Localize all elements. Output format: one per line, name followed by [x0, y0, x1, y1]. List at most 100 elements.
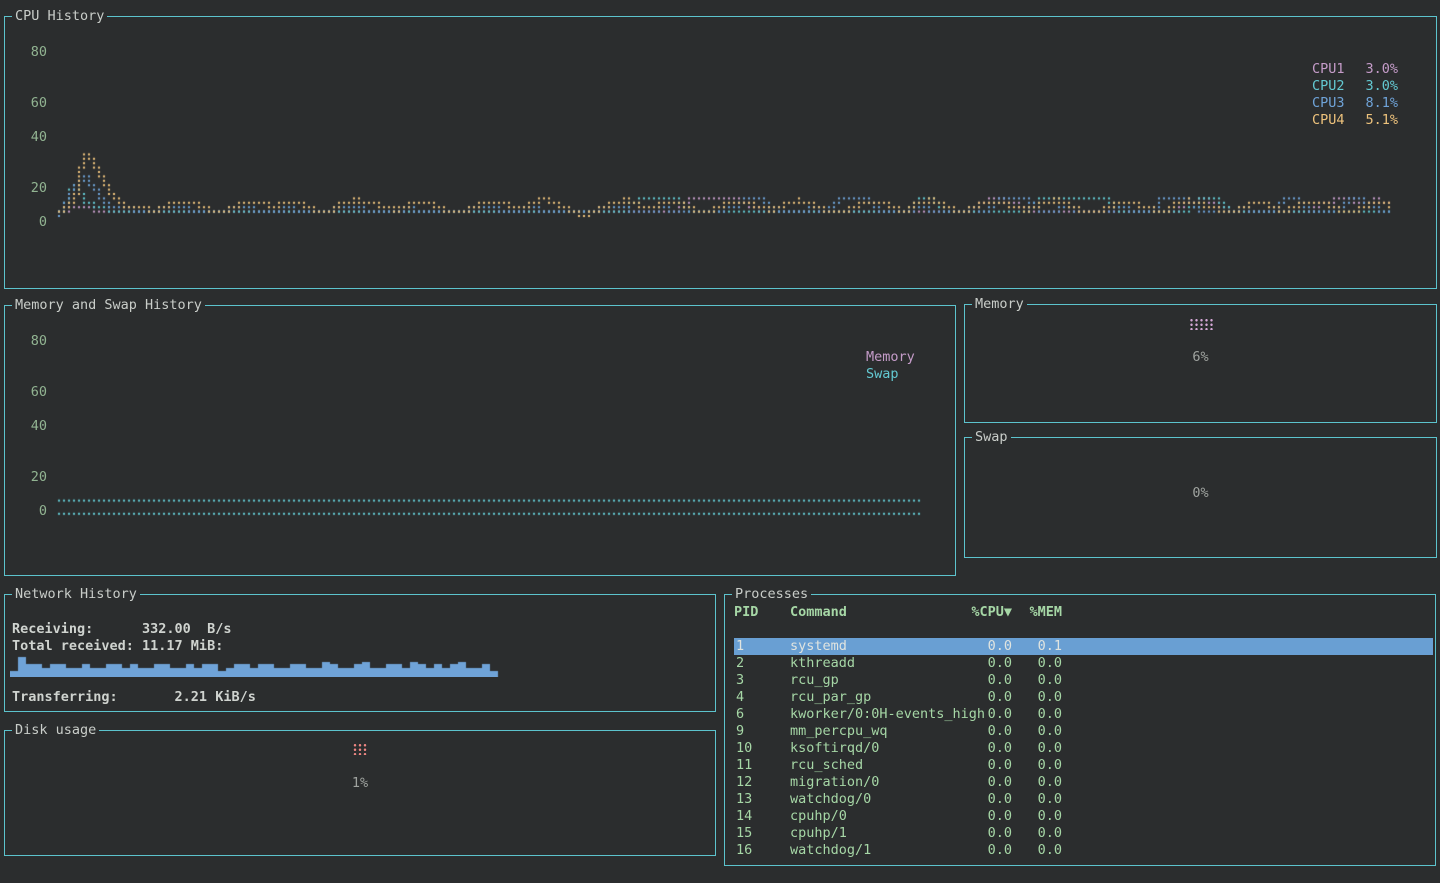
cpu-legend-value: 8.1%	[1365, 95, 1398, 112]
process-cpu-percent: 0.0	[914, 706, 1012, 723]
process-mem-percent: 0.0	[1016, 723, 1062, 740]
process-cpu-percent: 0.0	[914, 808, 1012, 825]
y-tick-label: 0	[19, 214, 47, 230]
memswap-legend-label: Memory	[866, 349, 915, 366]
memswap-history-title: Memory and Swap History	[12, 297, 205, 313]
cpu-legend-label: CPU1	[1312, 61, 1345, 78]
process-pid: 16	[736, 842, 752, 859]
y-tick-label: 20	[19, 180, 47, 196]
y-tick-label: 0	[19, 503, 47, 519]
process-command: watchdog/1	[790, 842, 871, 859]
process-mem-percent: 0.0	[1016, 757, 1062, 774]
memory-gauge-title: Memory	[972, 296, 1027, 312]
process-pid: 13	[736, 791, 752, 808]
process-pid: 12	[736, 774, 752, 791]
process-command: systemd	[790, 638, 847, 655]
process-row[interactable]: 9mm_percpu_wq0.00.0	[734, 723, 1433, 740]
process-pid: 3	[736, 672, 744, 689]
process-pid: 14	[736, 808, 752, 825]
process-command: mm_percpu_wq	[790, 723, 888, 740]
network-history-panel: Network History Receiving: 332.00 B/s To…	[4, 594, 716, 712]
cpu-legend-row: CPU2 3.0%	[1312, 78, 1398, 95]
process-list: 1systemd0.00.12kthreadd0.00.03rcu_gp0.00…	[734, 638, 1433, 859]
process-command: cpuhp/0	[790, 808, 847, 825]
column-header-cpu-sorted[interactable]: %CPU▼	[914, 604, 1012, 621]
memswap-history-panel: Memory and Swap History 806040200 Memory…	[4, 305, 956, 576]
process-mem-percent: 0.0	[1016, 774, 1062, 791]
process-command: kthreadd	[790, 655, 855, 672]
memory-gauge-value: 6%	[965, 349, 1436, 365]
process-row[interactable]: 1 systemd 0.00.1	[734, 638, 1433, 655]
y-tick-label: 20	[19, 469, 47, 485]
process-command: migration/0	[790, 774, 879, 791]
cpu-legend-label: CPU3	[1312, 95, 1345, 112]
disk-usage-panel: Disk usage 1%	[4, 730, 716, 856]
process-cpu-percent: 0.0	[914, 672, 1012, 689]
memswap-history-chart	[53, 328, 937, 548]
process-row[interactable]: 16 watchdog/1 0.00.0	[734, 842, 1433, 859]
y-tick-label: 80	[19, 44, 47, 60]
process-row[interactable]: 12migration/00.00.0	[734, 774, 1433, 791]
process-mem-percent: 0.0	[1016, 740, 1062, 757]
process-pid: 4	[736, 689, 744, 706]
process-cpu-percent: 0.0	[914, 655, 1012, 672]
network-receiving-rate: Receiving: 332.00 B/s	[12, 621, 231, 637]
y-tick-label: 40	[19, 418, 47, 434]
process-pid: 1	[736, 638, 744, 655]
process-row[interactable]: 3rcu_gp0.00.0	[734, 672, 1433, 689]
process-cpu-percent: 0.0	[914, 638, 1012, 655]
process-pid: 10	[736, 740, 752, 757]
process-row[interactable]: 2 kthreadd 0.00.0	[734, 655, 1433, 672]
process-cpu-percent: 0.0	[914, 740, 1012, 757]
cpu-history-chart	[53, 39, 1397, 247]
process-cpu-percent: 0.0	[914, 842, 1012, 859]
cpu-legend: CPU1 3.0% CPU2 3.0% CPU3 8.1%CPU45.1%	[1312, 61, 1398, 129]
processes-title: Processes	[732, 586, 811, 602]
memory-gauge-arc	[1188, 317, 1214, 330]
column-header-command[interactable]: Command	[790, 604, 847, 621]
process-command: rcu_sched	[790, 757, 863, 774]
process-row[interactable]: 4rcu_par_gp0.00.0	[734, 689, 1433, 706]
process-mem-percent: 0.0	[1016, 672, 1062, 689]
process-cpu-percent: 0.0	[914, 723, 1012, 740]
process-row[interactable]: 10 ksoftirqd/0 0.00.0	[734, 740, 1433, 757]
process-pid: 6	[736, 706, 744, 723]
process-mem-percent: 0.1	[1016, 638, 1062, 655]
memory-gauge-panel: Memory 6%	[964, 304, 1437, 423]
column-header-mem[interactable]: %MEM	[1016, 604, 1062, 621]
processes-header: PID Command %CPU▼ %MEM	[734, 604, 1433, 621]
disk-usage-title: Disk usage	[12, 722, 99, 738]
network-total-received: Total received: 11.17 MiB:	[12, 638, 223, 654]
process-cpu-percent: 0.0	[914, 825, 1012, 842]
network-receiving-sparkline	[10, 653, 502, 677]
process-row[interactable]: 15cpuhp/10.00.0	[734, 825, 1433, 842]
process-command: watchdog/0	[790, 791, 871, 808]
disk-gauge-arc	[352, 742, 369, 755]
process-command: ksoftirqd/0	[790, 740, 879, 757]
cpu-history-panel: CPU History 806040200 CPU13.0%CPU23.0%CP…	[4, 16, 1437, 289]
process-cpu-percent: 0.0	[914, 689, 1012, 706]
cpu-legend-row: CPU3 8.1%	[1312, 95, 1398, 112]
y-tick-label: 60	[19, 384, 47, 400]
disk-gauge-value: 1%	[5, 775, 715, 791]
swap-gauge-value: 0%	[965, 485, 1436, 501]
process-pid: 2	[736, 655, 744, 672]
swap-gauge-panel: Swap 0%	[964, 437, 1437, 558]
processes-panel: Processes PID Command %CPU▼ %MEM 1system…	[724, 594, 1436, 866]
process-mem-percent: 0.0	[1016, 825, 1062, 842]
cpu-legend-value: 3.0%	[1365, 78, 1398, 95]
process-mem-percent: 0.0	[1016, 655, 1062, 672]
column-header-pid[interactable]: PID	[734, 604, 758, 621]
y-tick-label: 80	[19, 333, 47, 349]
process-row[interactable]: 11rcu_sched0.00.0	[734, 757, 1433, 774]
process-row[interactable]: 13watchdog/00.00.0	[734, 791, 1433, 808]
process-row[interactable]: 14cpuhp/00.00.0	[734, 808, 1433, 825]
process-cpu-percent: 0.0	[914, 791, 1012, 808]
process-mem-percent: 0.0	[1016, 842, 1062, 859]
cpu-legend-value: 3.0%	[1365, 61, 1398, 78]
cpu-legend-row: CPU45.1%	[1312, 112, 1398, 129]
y-tick-label: 60	[19, 95, 47, 111]
cpu-legend-label: CPU2	[1312, 78, 1345, 95]
process-command: rcu_par_gp	[790, 689, 871, 706]
process-row[interactable]: 6kworker/0:0H-events_high0.00.0	[734, 706, 1433, 723]
